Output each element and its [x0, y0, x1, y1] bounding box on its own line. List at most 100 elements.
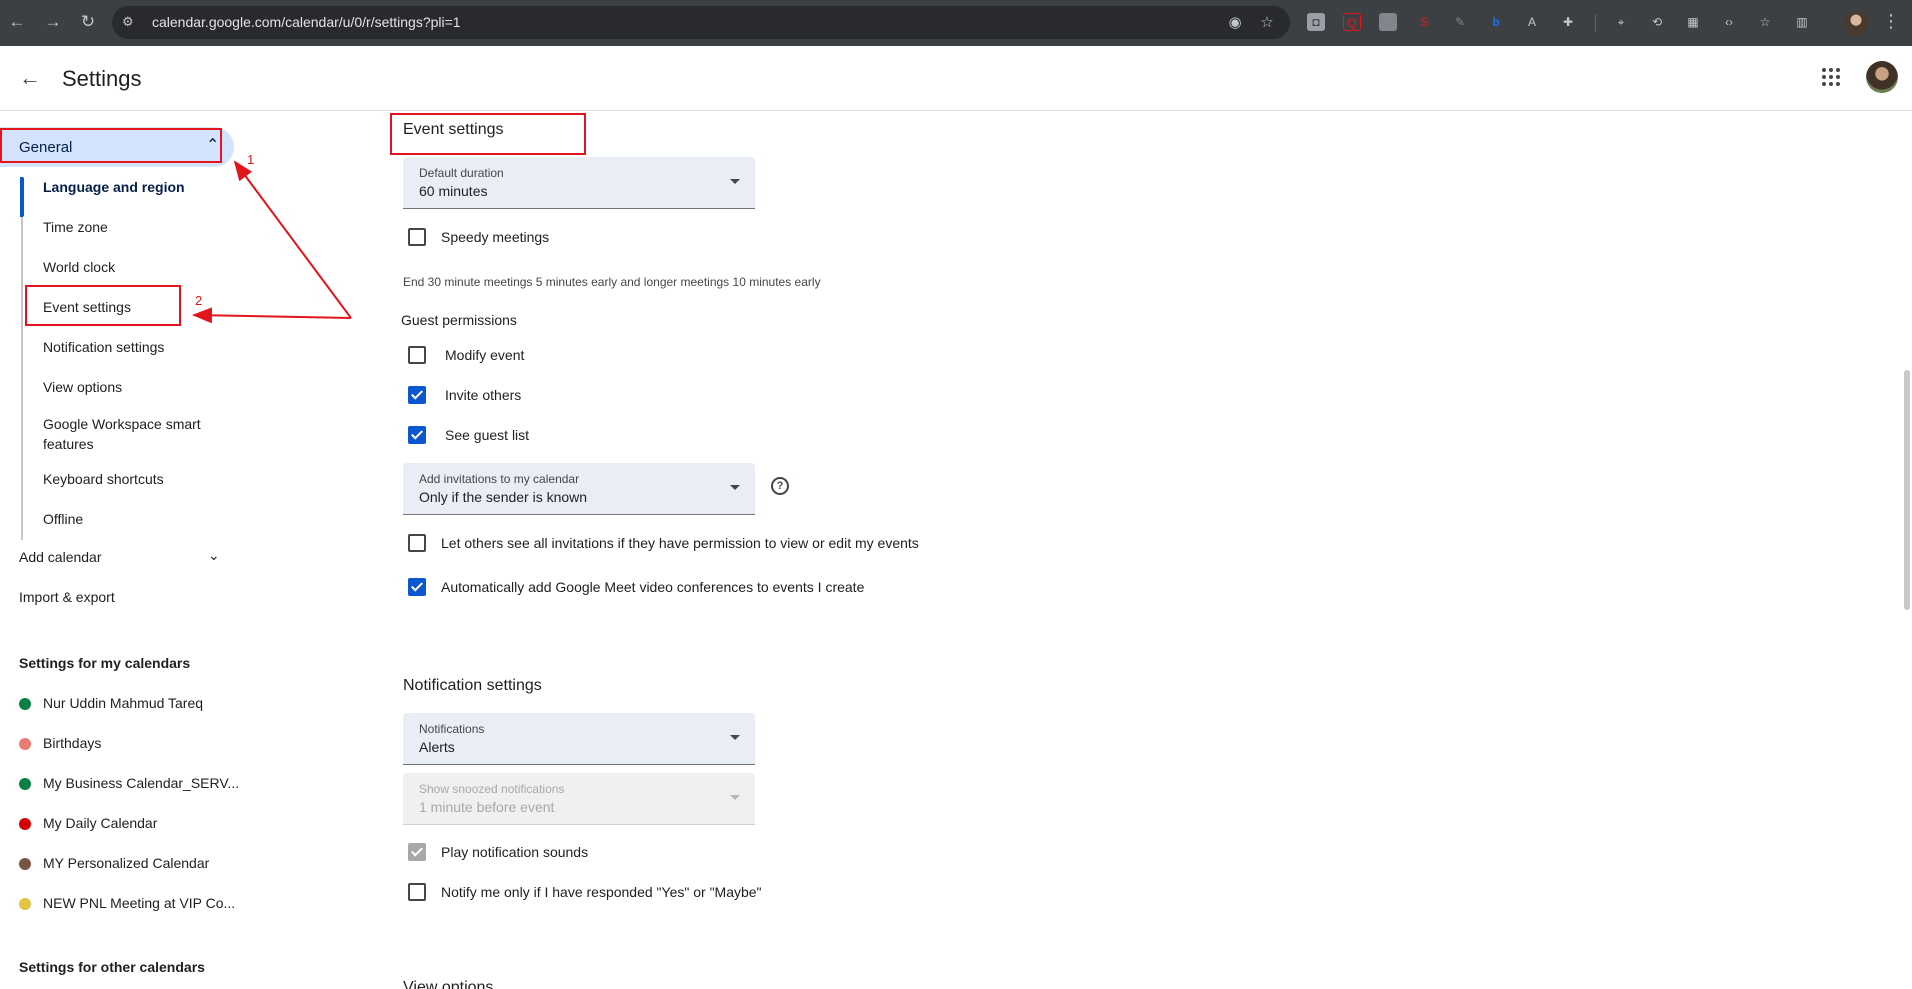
calendar-item[interactable]: My Business Calendar_SERV... [19, 774, 249, 794]
auto-meet-checkbox[interactable] [408, 578, 426, 596]
url-text: calendar.google.com/calendar/u/0/r/setti… [152, 14, 461, 30]
profile-icon[interactable] [1844, 11, 1868, 35]
select-value: Only if the sender is known [419, 489, 588, 505]
see-guest-list-label: See guest list [445, 427, 530, 443]
address-bar[interactable]: ⚙ calendar.google.com/calendar/u/0/r/set… [112, 6, 1290, 39]
calendar-name: NEW PNL Meeting at VIP Co... [43, 895, 236, 911]
check-icon [410, 579, 424, 592]
let-others-see-checkbox[interactable] [408, 534, 426, 552]
extensions-puzzle-icon[interactable]: ✚ [1559, 13, 1577, 31]
calendar-item[interactable]: Birthdays [19, 734, 249, 754]
scrollbar[interactable] [1904, 370, 1910, 610]
default-duration-select[interactable]: Default duration 60 minutes [403, 157, 755, 209]
notify-only-label: Notify me only if I have responded "Yes"… [441, 884, 762, 900]
sidebar-item-view-options[interactable]: View options [43, 377, 243, 397]
select-label: Default duration [419, 166, 504, 180]
invite-others-label: Invite others [445, 387, 522, 403]
other-calendars-heading: Settings for other calendars [19, 959, 205, 975]
play-sounds-checkbox[interactable] [408, 843, 426, 861]
back-arrow-icon[interactable]: ← [16, 64, 44, 92]
calendar-item[interactable]: NEW PNL Meeting at VIP Co... [19, 894, 249, 914]
location-pin-icon[interactable]: ⌖ [1612, 13, 1630, 31]
calendar-name: My Business Calendar_SERV... [43, 775, 240, 791]
annotation-box-general [0, 128, 222, 163]
bookmark-star-icon[interactable]: ☆ [1258, 14, 1276, 32]
annotation-box-event-settings-heading [390, 113, 586, 155]
page-title: Settings [62, 66, 142, 91]
chevron-down-icon[interactable]: ⌄ [208, 547, 220, 564]
dropdown-caret-icon [730, 179, 740, 184]
browser-toolbar: ← → ↻ ⚙ calendar.google.com/calendar/u/0… [0, 0, 1912, 46]
translate-extension-icon[interactable]: A [1523, 13, 1541, 31]
sidebar-item-language-region[interactable]: Language and region [43, 177, 243, 197]
select-label: Show snoozed notifications [419, 782, 565, 796]
sidebar-item-offline[interactable]: Offline [43, 509, 243, 529]
s-extension-icon[interactable]: S [1415, 13, 1433, 31]
settings-sidebar: General ⌃ Language and region Time zone … [0, 111, 330, 989]
check-icon [410, 844, 424, 857]
notifications-select[interactable]: Notifications Alerts [403, 713, 755, 765]
select-value: 60 minutes [419, 183, 488, 199]
sidebar-item-notification-settings[interactable]: Notification settings [43, 337, 243, 357]
google-apps-icon[interactable] [1822, 68, 1840, 86]
sidebar-item-workspace-smart-features[interactable]: Google Workspace smart features [43, 414, 223, 454]
snoozed-notifications-select: Show snoozed notifications 1 minute befo… [403, 773, 755, 825]
active-indicator [20, 177, 24, 217]
back-icon[interactable]: ← [6, 11, 28, 33]
speedy-meetings-label: Speedy meetings [441, 229, 550, 245]
b-extension-icon[interactable]: b [1487, 13, 1505, 31]
forward-icon[interactable]: → [42, 11, 64, 33]
speedy-meetings-checkbox[interactable] [408, 228, 426, 246]
sidebar-item-time-zone[interactable]: Time zone [43, 217, 243, 237]
modify-event-checkbox[interactable] [408, 346, 426, 364]
history-icon[interactable]: ⟲ [1648, 13, 1666, 31]
calendar-color-dot [19, 698, 31, 710]
notify-only-checkbox[interactable] [408, 883, 426, 901]
calendar-name: Nur Uddin Mahmud Tareq [43, 695, 204, 711]
see-guest-list-checkbox[interactable] [408, 426, 426, 444]
sidebar-item-add-calendar[interactable]: Add calendar [19, 549, 102, 565]
notification-settings-heading: Notification settings [403, 677, 542, 694]
bookmarks-icon[interactable]: ☆ [1756, 13, 1774, 31]
eye-icon[interactable]: ◉ [1226, 14, 1244, 32]
check-icon [410, 427, 424, 440]
calendar-item[interactable]: Nur Uddin Mahmud Tareq [19, 694, 249, 714]
settings-header: ← Settings [0, 46, 1912, 111]
auto-meet-label: Automatically add Google Meet video conf… [441, 579, 865, 595]
avatar[interactable] [1866, 61, 1898, 93]
help-icon[interactable]: ? [771, 477, 789, 495]
calendar-color-dot [19, 858, 31, 870]
calendar-color-dot [19, 778, 31, 790]
layout-icon[interactable]: ▦ [1684, 13, 1702, 31]
camera-extension-icon[interactable]: ◘ [1307, 13, 1325, 31]
my-calendars-heading: Settings for my calendars [19, 655, 191, 671]
calendar-item[interactable]: My Daily Calendar [19, 814, 249, 834]
search-extension-icon[interactable]: Q [1343, 13, 1361, 31]
select-label: Notifications [419, 722, 485, 736]
calendar-item[interactable]: MY Personalized Calendar [19, 854, 249, 874]
annotation-number: 2 [195, 293, 203, 308]
trash-icon[interactable]: ▥ [1793, 13, 1811, 31]
add-invitations-select[interactable]: Add invitations to my calendar Only if t… [403, 463, 755, 515]
play-sounds-label: Play notification sounds [441, 844, 589, 860]
sidebar-item-world-clock[interactable]: World clock [43, 257, 243, 277]
calendar-name: Birthdays [43, 735, 102, 751]
site-info-icon[interactable]: ⚙ [122, 14, 138, 30]
select-label: Add invitations to my calendar [419, 472, 580, 486]
toolbar-divider [1595, 14, 1596, 32]
feather-extension-icon[interactable]: ✎ [1451, 13, 1469, 31]
calendar-name: My Daily Calendar [43, 815, 158, 831]
calendar-name: MY Personalized Calendar [43, 855, 210, 871]
guest-permissions-heading: Guest permissions [401, 312, 517, 328]
calendar-color-dot [19, 818, 31, 830]
code-icon[interactable]: ‹› [1720, 13, 1738, 31]
calendar-color-dot [19, 738, 31, 750]
sidebar-item-keyboard-shortcuts[interactable]: Keyboard shortcuts [43, 469, 243, 489]
menu-icon[interactable]: ⋮ [1882, 11, 1900, 32]
settings-main: Event settings Default duration 60 minut… [330, 111, 1890, 989]
subnav-line [21, 177, 23, 540]
grid-extension-icon[interactable] [1379, 13, 1397, 31]
reload-icon[interactable]: ↻ [77, 11, 99, 33]
sidebar-item-import-export[interactable]: Import & export [19, 589, 115, 605]
invite-others-checkbox[interactable] [408, 386, 426, 404]
